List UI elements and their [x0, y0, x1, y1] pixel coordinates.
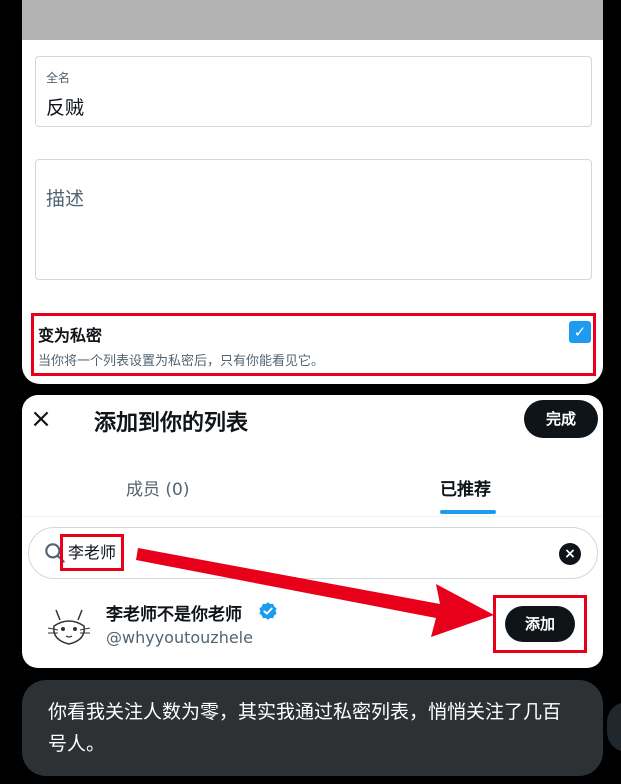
user-avatar[interactable]: [42, 598, 96, 652]
tab-divider: [22, 516, 603, 517]
list-banner-image[interactable]: [22, 0, 603, 40]
search-input[interactable]: 李老师 ×: [28, 527, 598, 579]
done-button[interactable]: 完成: [524, 400, 598, 438]
private-title: 变为私密: [38, 326, 103, 345]
add-button[interactable]: 添加: [505, 606, 575, 642]
user-handle: @whyyoutouzhele: [106, 628, 253, 647]
name-field-label: 全名: [46, 71, 71, 85]
tab-members[interactable]: 成员 (0): [126, 475, 189, 500]
user-name[interactable]: 李老师不是你老师: [106, 600, 242, 625]
caption-bubble: 你看我关注人数为零，其实我通过私密列表，悄悄关注了几百号人。: [22, 680, 603, 776]
caption-text: 你看我关注人数为零，其实我通过私密列表，悄悄关注了几百号人。: [48, 701, 562, 755]
dialog-title: 添加到你的列表: [94, 411, 249, 436]
description-placeholder[interactable]: 描述: [46, 184, 84, 211]
name-field-value[interactable]: 反贼: [46, 93, 84, 120]
list-editor-panel: 全名 反贼 描述 变为私密 当你将一个列表设置为私密后，只有你能看见它。 ✓: [22, 0, 603, 384]
add-button-highlight: 添加: [493, 595, 587, 653]
search-query-highlight: 李老师: [60, 534, 125, 571]
active-tab-indicator: [440, 510, 496, 514]
add-to-list-dialog: × 添加到你的列表 完成 成员 (0) 已推荐 李老师 × 李老师不是你老师 @…: [22, 395, 603, 668]
private-toggle-row[interactable]: 变为私密 当你将一个列表设置为私密后，只有你能看见它。 ✓: [31, 313, 596, 376]
private-checkbox[interactable]: ✓: [569, 321, 591, 343]
checkmark-icon: ✓: [573, 323, 587, 341]
name-field[interactable]: 全名 反贼: [35, 56, 592, 127]
tab-recommended[interactable]: 已推荐: [440, 475, 491, 500]
verified-badge-icon: [259, 602, 277, 620]
description-field[interactable]: 描述: [35, 159, 592, 280]
clear-search-icon[interactable]: ×: [559, 543, 581, 565]
edge-button[interactable]: [607, 702, 621, 752]
search-query-text[interactable]: 李老师: [68, 543, 116, 562]
close-icon[interactable]: ×: [28, 406, 54, 432]
private-description: 当你将一个列表设置为私密后，只有你能看见它。: [38, 354, 325, 369]
